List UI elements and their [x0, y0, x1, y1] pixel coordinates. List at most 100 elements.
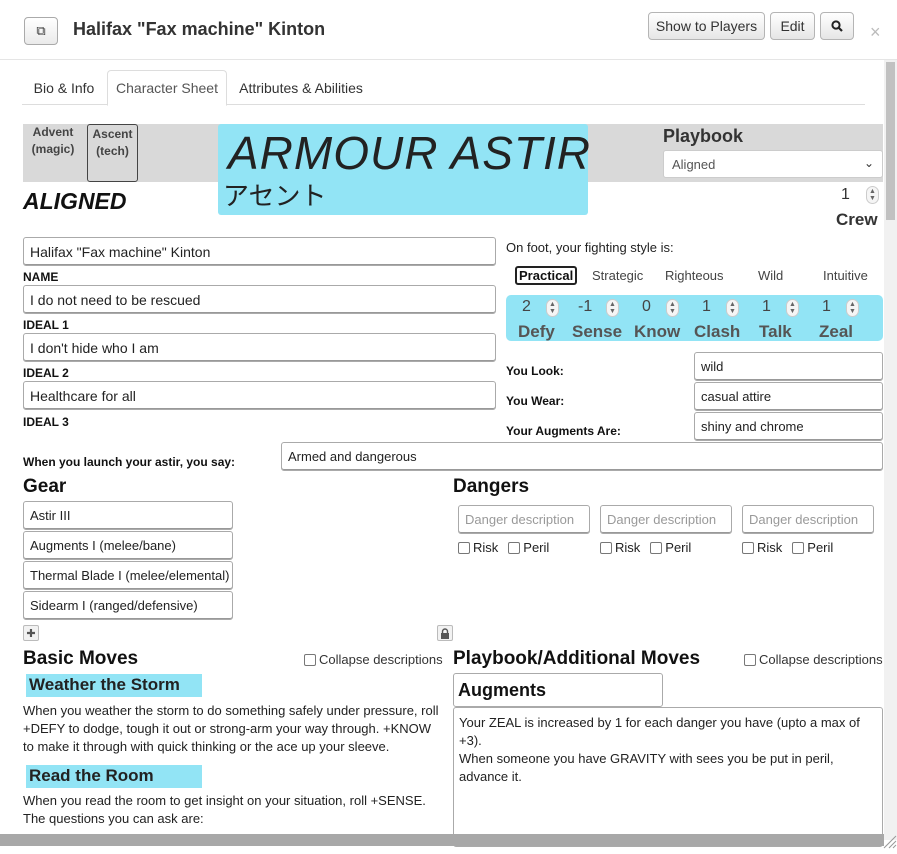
playbook-select[interactable]: Aligned ⌄ [663, 150, 883, 178]
lock-button[interactable] [437, 625, 453, 641]
playbook-heading: ALIGNED [23, 188, 127, 214]
danger-1-checks: Risk Peril [458, 540, 549, 555]
stats-panel: 2 ▲ ▼ Defy -1 ▲ ▼ Sense 0 ▲ ▼ Know 1 ▲ ▼ Cla… [506, 295, 883, 341]
style-option-intuitive[interactable]: Intuitive [823, 268, 868, 283]
crew-value[interactable]: 1 [841, 186, 850, 204]
astir-title-banner: ARMOUR ASTIR アセント [218, 124, 591, 215]
move-description: When you weather the storm to do somethi… [23, 703, 439, 754]
collapse-label: Collapse descriptions [319, 652, 443, 667]
close-icon[interactable]: × [870, 22, 881, 43]
risk-label: Risk [757, 540, 783, 555]
tab-character-sheet[interactable]: Character Sheet [107, 70, 227, 106]
popout-button[interactable]: ⧉ [24, 17, 58, 45]
stat-sense-stepper[interactable]: ▲ ▼ [606, 299, 619, 317]
advent-label: Advent [32, 125, 74, 139]
gear-item[interactable]: Sidearm I (ranged/defensive) [23, 591, 233, 620]
name-field[interactable]: Halifax "Fax machine" Kinton [23, 237, 496, 266]
ideal2-label: IDEAL 2 [23, 366, 69, 380]
vertical-scrollbar-thumb[interactable] [886, 62, 895, 220]
move-description-line: The questions you can ask are: [23, 811, 204, 826]
stat-zeal-stepper[interactable]: ▲ ▼ [846, 299, 859, 317]
ascent-label: Ascent [92, 127, 133, 141]
tab-bio-info[interactable]: Bio & Info [22, 70, 106, 105]
show-to-players-button[interactable]: Show to Players [648, 12, 765, 40]
stat-clash-label: Clash [694, 322, 741, 341]
gear-item[interactable]: Astir III [23, 501, 233, 530]
danger-2-checks: Risk Peril [600, 540, 691, 555]
basic-moves-collapse[interactable]: Collapse descriptions [304, 652, 443, 667]
playbook-moves-collapse[interactable]: Collapse descriptions [744, 652, 883, 667]
stat-know-value[interactable]: 0 [642, 298, 651, 316]
window-titlebar: ⧉ Halifax "Fax machine" Kinton Show to P… [0, 0, 897, 60]
add-gear-button[interactable]: ✚ [23, 625, 39, 641]
look-field[interactable]: wild [694, 352, 883, 381]
ideal3-field[interactable]: Healthcare for all [23, 381, 496, 410]
horizontal-scrollbar[interactable] [0, 834, 884, 846]
style-option-practical[interactable]: Practical [515, 266, 578, 285]
stat-clash-stepper[interactable]: ▲ ▼ [726, 299, 739, 317]
ascent-toggle[interactable]: Ascent (tech) [87, 124, 138, 182]
ascent-sublabel: (tech) [96, 144, 129, 158]
astir-subtitle: アセント [223, 181, 327, 211]
stat-know-stepper[interactable]: ▲ ▼ [666, 299, 679, 317]
risk-checkbox[interactable] [742, 541, 754, 554]
gear-heading: Gear [23, 476, 67, 497]
stat-zeal-label: Zeal [819, 322, 854, 341]
peril-checkbox[interactable] [508, 541, 521, 554]
gear-item[interactable]: Augments I (melee/bane) [23, 531, 233, 560]
collapse-checkbox[interactable] [744, 653, 756, 666]
wear-field[interactable]: casual attire [694, 382, 883, 411]
move-description-line: Your ZEAL is increased by 1 for each dan… [459, 715, 860, 748]
launch-phrase-field[interactable]: Armed and dangerous [281, 442, 883, 471]
stat-talk-value[interactable]: 1 [762, 298, 771, 316]
stat-sense-label: Sense [572, 322, 623, 341]
style-option-strategic[interactable]: Strategic [592, 268, 643, 283]
stat-sense-value[interactable]: -1 [578, 298, 592, 316]
playbook-move-name-field[interactable]: Augments [453, 673, 663, 707]
style-option-righteous[interactable]: Righteous [665, 268, 724, 283]
ideal2-field[interactable]: I don't hide who I am [23, 333, 496, 362]
collapse-checkbox[interactable] [304, 653, 316, 666]
risk-checkbox[interactable] [458, 541, 470, 554]
search-icon [831, 20, 843, 32]
style-option-wild[interactable]: Wild [758, 268, 783, 283]
peril-checkbox[interactable] [650, 541, 663, 554]
name-label: NAME [23, 270, 59, 284]
tab-bar: Bio & Info Character Sheet Attributes & … [22, 70, 865, 106]
danger-description-field[interactable]: Danger description [600, 505, 732, 534]
window-title: Halifax "Fax machine" Kinton [73, 19, 326, 39]
playbook-move-description-field[interactable]: Your ZEAL is increased by 1 for each dan… [453, 707, 883, 847]
collapse-label: Collapse descriptions [759, 652, 883, 667]
tab-attributes-abilities[interactable]: Attributes & Abilities [228, 70, 374, 105]
risk-checkbox[interactable] [600, 541, 612, 554]
stat-defy-stepper[interactable]: ▲ ▼ [546, 299, 559, 317]
danger-description-field[interactable]: Danger description [458, 505, 590, 534]
move-description-line: When someone you have GRAVITY with sees … [459, 751, 834, 784]
ideal3-label: IDEAL 3 [23, 415, 69, 429]
basic-moves-heading: Basic Moves [23, 648, 139, 669]
danger-3-checks: Risk Peril [742, 540, 833, 555]
peril-checkbox[interactable] [792, 541, 805, 554]
stat-zeal-value[interactable]: 1 [822, 298, 831, 316]
stat-talk-label: Talk [759, 322, 792, 341]
advent-toggle[interactable]: Advent (magic) [30, 124, 76, 158]
lock-icon [441, 627, 449, 639]
edit-button[interactable]: Edit [770, 12, 815, 40]
stat-clash-value[interactable]: 1 [702, 298, 711, 316]
launch-phrase-label: When you launch your astir, you say: [23, 455, 236, 469]
resize-handle[interactable] [880, 832, 897, 849]
stat-talk-stepper[interactable]: ▲ ▼ [786, 299, 799, 317]
augments-appearance-field[interactable]: shiny and chrome [694, 412, 883, 441]
stat-defy-value[interactable]: 2 [522, 298, 531, 316]
popout-icon: ⧉ [36, 23, 46, 38]
ideal1-field[interactable]: I do not need to be rescued [23, 285, 496, 314]
astir-title: ARMOUR ASTIR [228, 127, 591, 179]
playbook-label: Playbook [663, 126, 744, 146]
fighting-style-label: On foot, your fighting style is: [506, 240, 674, 255]
move-description-line: When you read the room to get insight on… [23, 793, 426, 808]
search-button[interactable] [820, 12, 854, 40]
augments-appearance-label: Your Augments Are: [506, 424, 621, 438]
gear-item[interactable]: Thermal Blade I (melee/elemental) [23, 561, 233, 590]
danger-description-field[interactable]: Danger description [742, 505, 874, 534]
crew-stepper[interactable]: ▲ ▼ [866, 186, 879, 204]
